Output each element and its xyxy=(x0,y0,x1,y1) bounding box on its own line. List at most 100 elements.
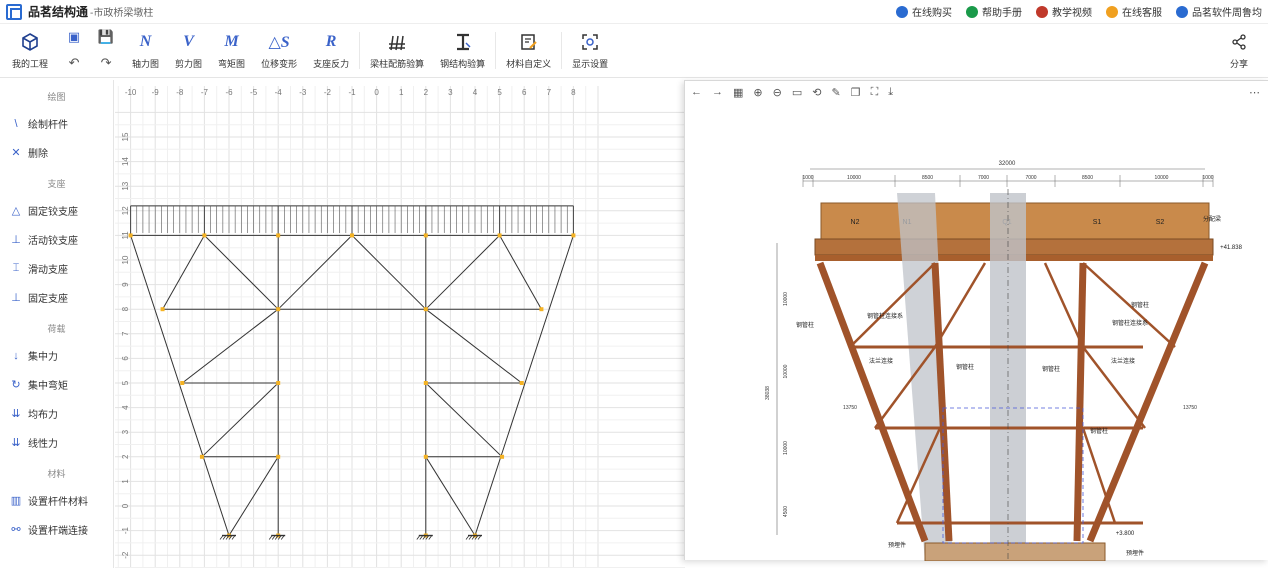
annotation-embed: 预埋件 xyxy=(1126,549,1144,557)
uniform-load-icon: ⇊ xyxy=(11,408,21,420)
sidebar-item-label: 集中弯矩 xyxy=(28,381,68,392)
sidebar-item-label: 绘制杆件 xyxy=(28,120,68,131)
sidebar-item-label: 线性力 xyxy=(28,439,58,450)
foundation xyxy=(924,542,1106,562)
sidebar-item-moment-load[interactable]: ↻ 集中弯矩 xyxy=(0,370,113,399)
displacement-button[interactable]: △S 位移变形 xyxy=(253,24,305,77)
annotation-steel-column: 钢管柱 xyxy=(956,363,974,371)
dim-top-label: 8500 xyxy=(922,175,933,181)
fullscreen-icon[interactable]: ⛶ xyxy=(871,86,879,99)
top-link-label: 品茗软件周鲁均 xyxy=(1192,8,1262,19)
fixed-hinge-icon: △ xyxy=(11,205,21,217)
girder-label: N2 xyxy=(851,219,860,226)
support-hatch xyxy=(465,535,470,540)
support-reaction-button[interactable]: R 支座反力 xyxy=(305,24,357,77)
sidebar-item-fixed-support[interactable]: ⊥ 固定支座 xyxy=(0,283,113,312)
forward-icon[interactable]: → xyxy=(712,86,723,98)
sidebar-item-uniform-load[interactable]: ⇊ 均布力 xyxy=(0,399,113,428)
undo-icon[interactable]: ↶ xyxy=(69,55,80,71)
sidebar-group-title: 荷载 xyxy=(47,324,66,334)
fit-icon[interactable]: ▭ xyxy=(792,86,802,99)
more-icon[interactable]: ⋯ xyxy=(1249,86,1260,99)
diagonal-brace xyxy=(1043,262,1085,348)
new-file-icon[interactable]: ▣ xyxy=(68,29,80,45)
back-icon[interactable]: ← xyxy=(691,86,702,98)
truss-node xyxy=(350,233,354,238)
sidebar-item-delete[interactable]: ✕ 删除 xyxy=(0,138,113,167)
sidebar-item-member-connection[interactable]: ⚯ 设置杆端连接 xyxy=(0,515,113,544)
top-link-4[interactable]: 品茗软件周鲁均 xyxy=(1176,4,1262,19)
point-load-icon: ↓ xyxy=(13,349,19,362)
sliding-support-icon: ⌶ xyxy=(12,262,20,274)
annotation-steel-column: 钢管柱 xyxy=(1131,301,1149,309)
sidebar-item-label: 固定支座 xyxy=(28,294,68,305)
displacement-icon: △S xyxy=(268,34,290,51)
bending-moment-button[interactable]: M 弯矩图 xyxy=(210,24,253,77)
sidebar-group-title: 绘图 xyxy=(47,92,66,102)
x-tick-label: 1 xyxy=(399,88,404,97)
sidebar-group-title: 支座 xyxy=(47,179,66,189)
sidebar-item-sliding-support[interactable]: ⌶ 滑动支座 xyxy=(0,254,113,283)
structure-canvas[interactable]: -14-13-12-11-10-9-8-7-6-5-4-3-2-10123456… xyxy=(115,86,685,568)
service-icon xyxy=(1106,5,1118,18)
redo-icon[interactable]: ↷ xyxy=(101,55,112,71)
sidebar-item-roller-hinge[interactable]: ⊥ 活动铰支座 xyxy=(0,225,113,254)
x-tick-label: 5 xyxy=(497,88,502,97)
save-icon[interactable]: 💾 xyxy=(98,29,114,45)
support-hatch xyxy=(219,535,224,540)
truss-node xyxy=(519,381,524,385)
grid-icon[interactable]: ▦ xyxy=(733,86,743,99)
cube-icon xyxy=(21,31,39,53)
beam-column-check-button[interactable]: 梁柱配筋验算 xyxy=(362,24,432,77)
girder-label: S1 xyxy=(1093,219,1102,226)
steel-column xyxy=(1073,262,1087,542)
draw-line-icon: \ xyxy=(14,117,18,130)
truss-node xyxy=(199,454,204,459)
toolbar-divider xyxy=(359,32,361,69)
x-tick-label: -4 xyxy=(275,88,283,97)
rotate-icon[interactable]: ⟲ xyxy=(812,86,821,99)
display-settings-button[interactable]: 显示设置 xyxy=(564,24,616,77)
y-tick-label: 2 xyxy=(121,454,130,459)
zoom-out-icon[interactable]: ⊖ xyxy=(773,86,782,99)
axial-force-label: 轴力图 xyxy=(132,59,160,69)
top-link-label: 帮助手册 xyxy=(982,8,1022,19)
edit-icon[interactable]: ✎ xyxy=(831,86,840,99)
axial-force-button[interactable]: N 轴力图 xyxy=(124,24,167,77)
file-actions: ▣ 💾 ↶ ↷ xyxy=(56,24,124,77)
sidebar-item-label: 设置杆端连接 xyxy=(28,526,88,537)
member-material-icon: ▥ xyxy=(10,495,22,507)
diagonal-brace xyxy=(1081,427,1117,524)
sidebar-item-draw-line[interactable]: \ 绘制杆件 xyxy=(0,109,113,138)
y-tick-label: 14 xyxy=(121,157,130,166)
top-link-3[interactable]: 在线客服 xyxy=(1106,4,1162,19)
sidebar-item-fixed-hinge[interactable]: △ 固定铰支座 xyxy=(0,196,113,225)
x-tick-label: 3 xyxy=(448,88,453,97)
material-custom-button[interactable]: 材料自定义 xyxy=(498,24,559,77)
y-tick-label: 10 xyxy=(121,255,130,264)
top-link-1[interactable]: 帮助手册 xyxy=(966,4,1022,19)
share-label: 分享 xyxy=(1229,59,1248,69)
copy-icon[interactable]: ❐ xyxy=(851,86,861,99)
structure-canvas-svg[interactable]: -14-13-12-11-10-9-8-7-6-5-4-3-2-10123456… xyxy=(115,86,685,568)
truss-node xyxy=(202,233,207,238)
zoom-in-icon[interactable]: ⊕ xyxy=(753,86,762,99)
x-tick-label: -5 xyxy=(250,88,258,97)
top-link-0[interactable]: 在线购买 xyxy=(896,4,952,19)
dim-side-label: 10000 xyxy=(783,441,789,455)
rebar-icon xyxy=(387,31,407,53)
sidebar-item-label: 均布力 xyxy=(28,410,58,421)
top-link-2[interactable]: 教学视频 xyxy=(1036,4,1092,19)
dim-top-label: 8500 xyxy=(1082,175,1093,181)
my-project-button[interactable]: 我的工程 xyxy=(4,24,56,77)
shear-force-button[interactable]: V 剪力图 xyxy=(167,24,210,77)
sidebar-item-member-material[interactable]: ▥ 设置杆件材料 xyxy=(0,486,113,515)
share-button[interactable]: 分享 xyxy=(1222,24,1256,77)
x-tick-label: 7 xyxy=(547,88,552,97)
sidebar-item-point-load[interactable]: ↓ 集中力 xyxy=(0,341,113,370)
x-tick-label: -9 xyxy=(152,88,160,97)
download-icon[interactable]: ⤓ xyxy=(888,86,893,99)
sidebar-item-linear-load[interactable]: ⇊ 线性力 xyxy=(0,428,113,457)
bending-moment-icon: M xyxy=(224,33,239,50)
steel-check-button[interactable]: 钢结构验算 xyxy=(432,24,493,77)
